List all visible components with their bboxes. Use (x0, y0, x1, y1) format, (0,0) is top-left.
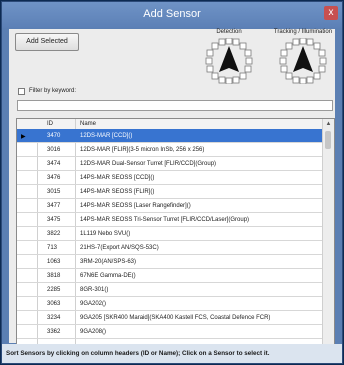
cell-id: 3063 (47, 301, 61, 307)
table-row[interactable]: 3015 14PS-MAR SEOSS [FLIR]() (17, 185, 323, 199)
table-row[interactable]: 713 21HS-7(Export AN/SQS-53C) (17, 241, 323, 255)
title-bar[interactable]: Add Sensor x (2, 2, 342, 28)
cell-name: 14PS-MAR SEOSS [CCD]() (80, 175, 155, 181)
cell-name: 21HS-7(Export AN/SQS-53C) (80, 245, 159, 251)
cell-id: 2285 (47, 287, 61, 293)
cell-name: 12DS-MAR [CCD]() (80, 133, 133, 139)
cell-name: 12DS-MAR [FLIR](3-5 micron InSb, 256 x 2… (80, 147, 205, 153)
cell-id: 3234 (47, 315, 61, 321)
add-sensor-window: Add Sensor x Add Selected Detection Trac… (1, 1, 343, 364)
platform-arrow-icon (293, 46, 313, 72)
scroll-up-icon[interactable]: ▲ (323, 119, 334, 129)
cell-id: 3362 (47, 329, 61, 335)
cell-name: 14PS-MAR SEOSS [FLIR]() (80, 189, 155, 195)
status-bar: Sort Sensors by clicking on column heade… (2, 344, 342, 363)
cell-name: 8GR-301() (80, 287, 109, 293)
table-row[interactable]: ▶ 3470 12DS-MAR [CCD]() (17, 129, 323, 143)
table-row[interactable]: 3475 14PS-MAR SEOSS Tri-Sensor Turret [FL… (17, 213, 323, 227)
filter-checkbox[interactable] (18, 88, 25, 95)
cell-name: 3RM-20(AN/SPS-63) (80, 259, 137, 265)
sensor-table[interactable]: ID Name ▶ 3470 12DS-MAR [CCD]() 3016 12DS-MA… (16, 118, 335, 345)
platform-arrow-icon (219, 46, 239, 72)
cell-id: 3818 (47, 273, 61, 279)
cell-id: 3477 (47, 203, 61, 209)
cell-id: 3015 (47, 189, 61, 195)
vertical-scrollbar[interactable]: ▲ (322, 119, 334, 344)
cell-id: 3822 (47, 231, 61, 237)
cell-name: 9GA208() (80, 329, 107, 335)
dialog-body: Add Selected Detection Tracking / Illumi… (9, 29, 335, 345)
scroll-thumb[interactable] (325, 131, 331, 149)
window-title: Add Sensor (143, 8, 201, 20)
table-row[interactable]: 3476 14PS-MAR SEOSS [CCD]() (17, 171, 323, 185)
table-row[interactable]: 3818 67N6E Gamma-DE() (17, 269, 323, 283)
cell-name: 67N6E Gamma-DE() (80, 273, 136, 279)
cell-id: 3470 (47, 133, 61, 139)
cell-name: 1L119 Nebo SVU() (80, 231, 131, 237)
cell-name: 12DS-MAR Dual-Sensor Turret [FLIR/CCD](G… (80, 161, 217, 167)
table-row[interactable]: 3016 12DS-MAR [FLIR](3-5 micron InSb, 256… (17, 143, 323, 157)
table-row[interactable]: 1063 3RM-20(AN/SPS-63) (17, 255, 323, 269)
column-header-name[interactable]: Name (80, 121, 96, 127)
detection-label: Detection (216, 29, 242, 35)
cell-name: 14PS-MAR SEOSS [Laser Rangefinder]() (80, 203, 191, 209)
status-text: Sort Sensors by clicking on column heade… (6, 350, 270, 357)
table-row[interactable]: 3362 9GA208() (17, 325, 323, 339)
column-header-id[interactable]: ID (47, 121, 53, 127)
table-row[interactable]: 3063 9GA202() (17, 297, 323, 311)
cell-name: 9GA202() (80, 301, 107, 307)
table-row[interactable]: 3477 14PS-MAR SEOSS [Laser Rangefinder]() (17, 199, 323, 213)
detection-arc-selector[interactable] (205, 38, 253, 84)
add-selected-button[interactable]: Add Selected (15, 33, 79, 51)
table-row[interactable]: 2285 8GR-301() (17, 283, 323, 297)
table-row[interactable]: 3822 1L119 Nebo SVU() (17, 227, 323, 241)
tracking-arc-selector[interactable] (279, 38, 327, 84)
cell-id: 3016 (47, 147, 61, 153)
cell-id: 3475 (47, 217, 61, 223)
tracking-label: Tracking / Illumination (273, 29, 333, 35)
cell-id: 3476 (47, 175, 61, 181)
cell-name: 14PS-MAR SEOSS Tri-Sensor Turret [FLIR/C… (80, 217, 250, 223)
cell-id: 3474 (47, 161, 61, 167)
table-row[interactable]: 3234 9GA205 [SKR400 Maraid](SKA400 Kastel… (17, 311, 323, 325)
current-row-arrow-icon: ▶ (21, 134, 26, 140)
filter-keyword-input[interactable] (17, 100, 333, 111)
cell-name: 9GA205 [SKR400 Maraid](SKA400 Kastell FC… (80, 315, 271, 321)
table-row[interactable]: 3474 12DS-MAR Dual-Sensor Turret [FLIR/CC… (17, 157, 323, 171)
filter-label: Filter by keyword: (29, 88, 77, 94)
cell-id: 713 (47, 245, 58, 251)
close-button[interactable]: x (324, 6, 338, 20)
cell-id: 1063 (47, 259, 61, 265)
